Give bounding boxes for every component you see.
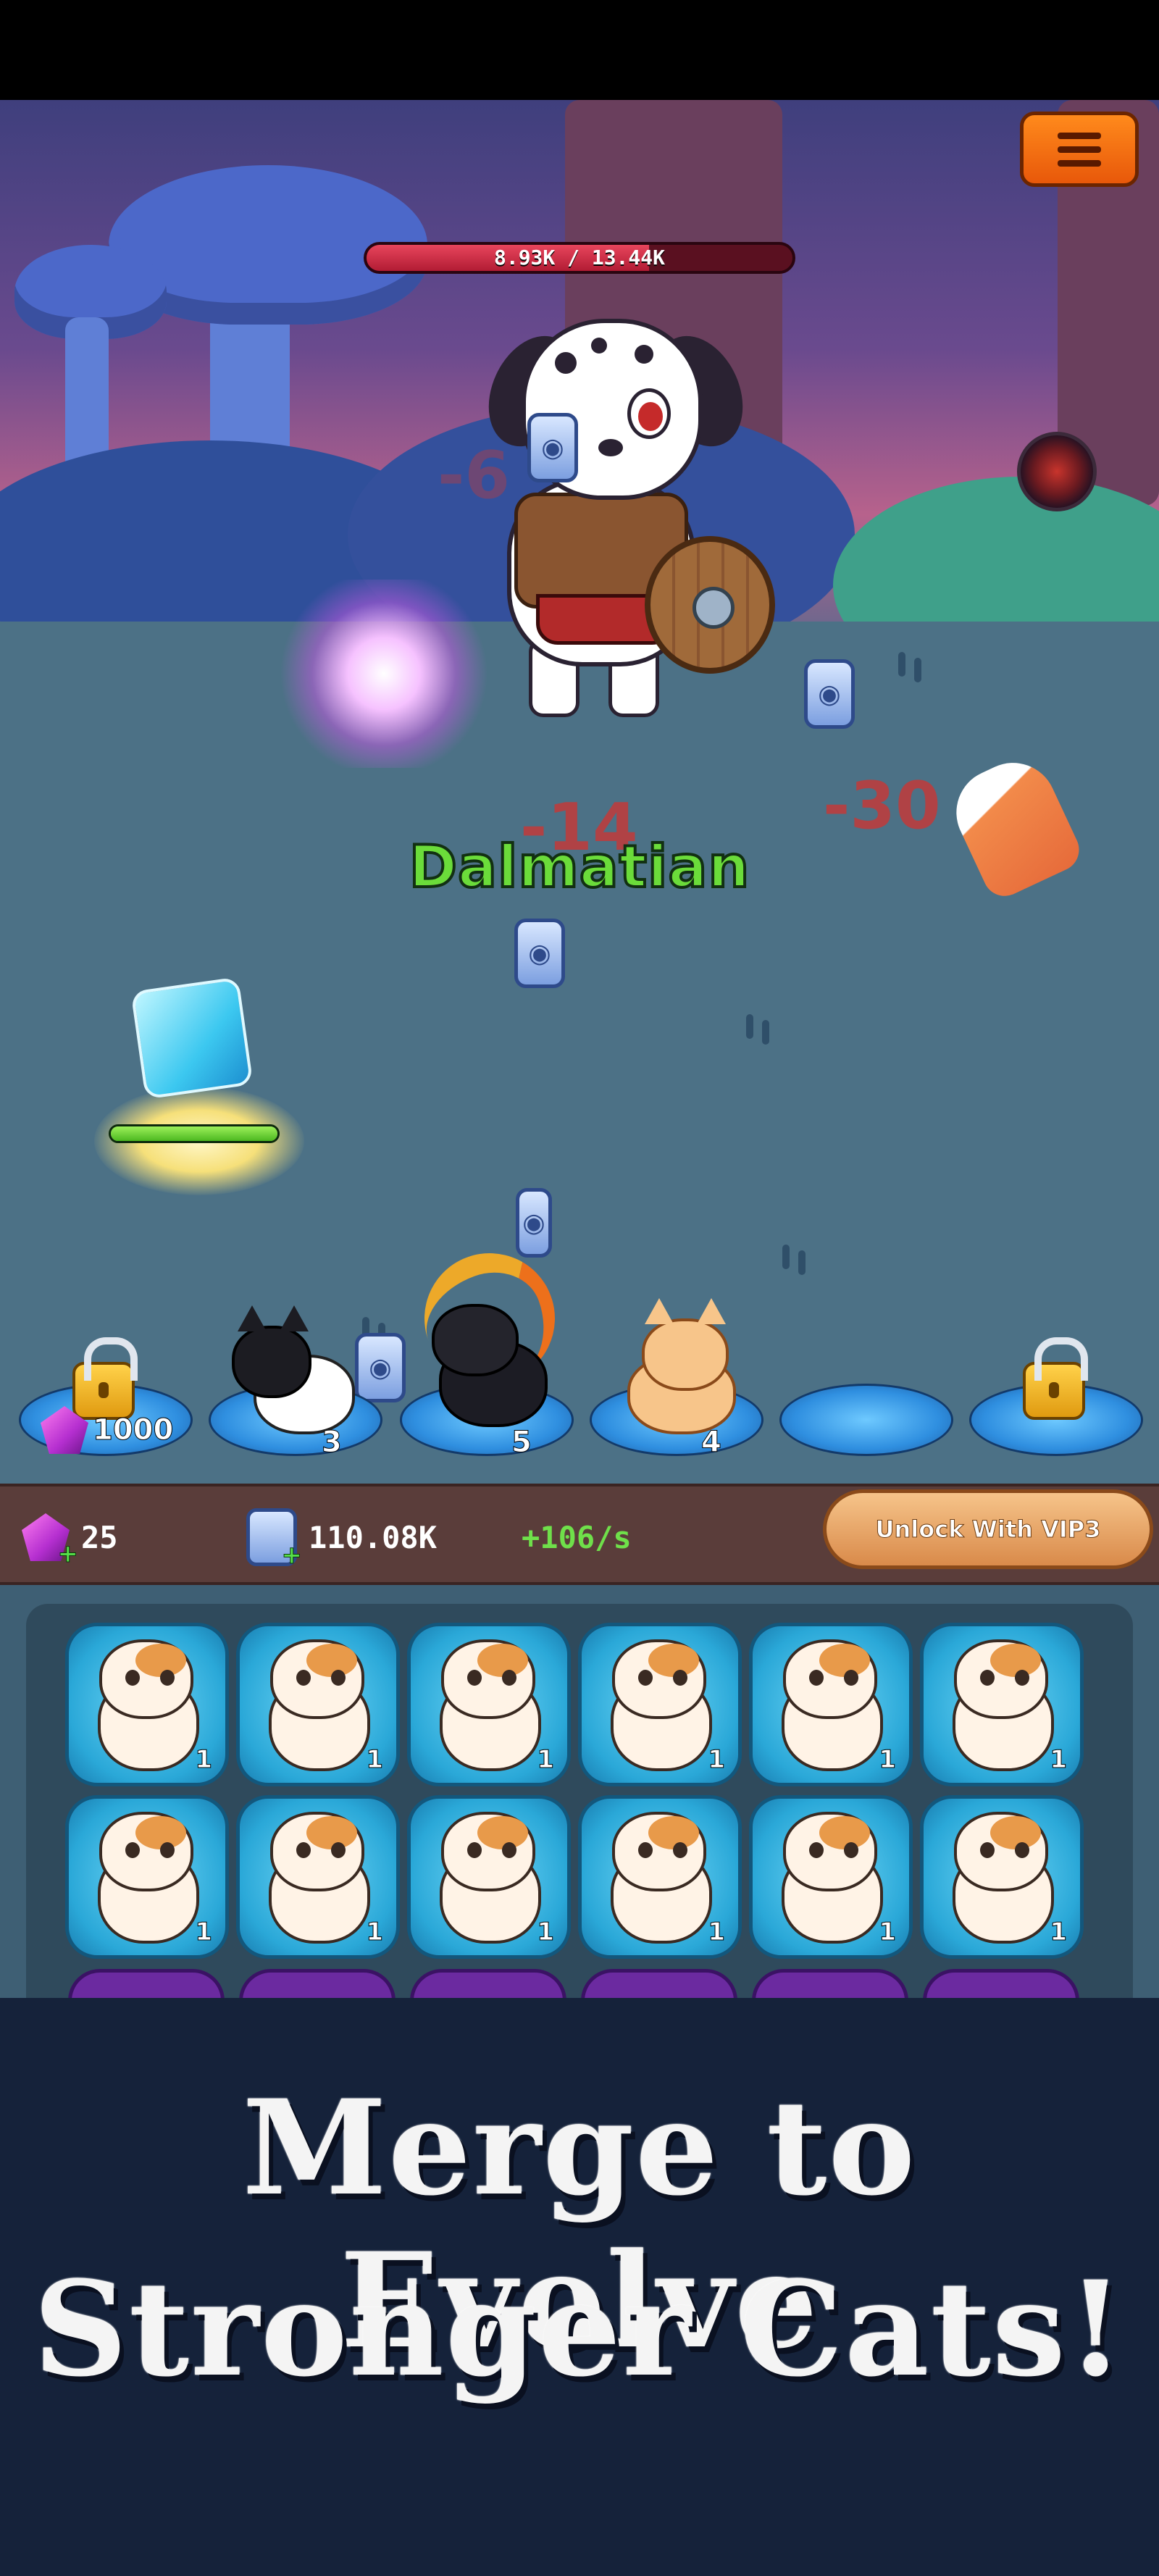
- income-rate: +106/s: [522, 1519, 632, 1555]
- unlock-vip-button[interactable]: Unlock With VIP3: [823, 1489, 1153, 1569]
- tile-level: 1: [708, 1745, 726, 1775]
- grass-tuft: [746, 1014, 753, 1039]
- tile-level: 1: [708, 1918, 726, 1947]
- cat-eye: [980, 1842, 995, 1858]
- coin-drop-icon[interactable]: ◉: [514, 919, 565, 988]
- coin-count: 110.08K: [309, 1519, 438, 1555]
- ice-cube-icon[interactable]: [130, 977, 254, 1100]
- merge-tile[interactable]: 1: [236, 1623, 400, 1786]
- gem-icon: [41, 1406, 88, 1454]
- tile-level: 1: [195, 1745, 213, 1775]
- slot-unlock-cost: 1000: [41, 1406, 174, 1454]
- ice-cube-hp-bar: [109, 1124, 280, 1143]
- tile-level: 1: [366, 1745, 384, 1775]
- tile-level: 1: [1050, 1745, 1068, 1775]
- merge-tile[interactable]: 1: [407, 1795, 571, 1959]
- black-white-cat[interactable]: [225, 1305, 362, 1434]
- cat-eye: [296, 1842, 311, 1858]
- dalmatian-boss[interactable]: [442, 319, 782, 739]
- tile-level: 1: [537, 1918, 555, 1947]
- grass-tuft: [782, 1245, 790, 1269]
- cat-eye: [160, 1670, 175, 1686]
- merge-tile[interactable]: 1: [578, 1623, 742, 1786]
- hamburger-icon: [1058, 132, 1101, 139]
- promo-headline-2: Stronger Cats!: [33, 2253, 1126, 2406]
- merge-tile[interactable]: 1: [65, 1795, 229, 1959]
- cat-eye: [160, 1842, 175, 1858]
- cat-level: 4: [701, 1426, 722, 1460]
- status-bar: [0, 0, 1159, 100]
- grass-tuft: [762, 1020, 769, 1045]
- plus-icon: +: [281, 1541, 302, 1571]
- shield-icon: [645, 536, 775, 674]
- tile-level: 1: [195, 1918, 213, 1947]
- cat-slot-empty[interactable]: [779, 1384, 953, 1456]
- coin-drop-icon[interactable]: ◉: [355, 1333, 406, 1402]
- cat-level: 3: [322, 1426, 343, 1460]
- tile-level: 1: [366, 1918, 384, 1947]
- merge-tile[interactable]: 1: [65, 1623, 229, 1786]
- merge-tile[interactable]: 1: [749, 1795, 913, 1959]
- cat-eye: [467, 1842, 482, 1858]
- tile-level: 1: [537, 1745, 555, 1775]
- cat-eye: [638, 1670, 653, 1686]
- cat-level: 5: [511, 1426, 532, 1460]
- merge-tile[interactable]: 1: [236, 1795, 400, 1959]
- cat-eye: [502, 1842, 516, 1858]
- merge-tile[interactable]: 1: [407, 1623, 571, 1786]
- gem-counter[interactable]: + 25: [22, 1508, 118, 1569]
- merge-tile[interactable]: 1: [749, 1623, 913, 1786]
- cat-eye: [844, 1670, 858, 1686]
- boss-hp-bar: 8.93K / 13.44K: [364, 242, 795, 274]
- tile-level: 1: [879, 1918, 897, 1947]
- cat-eye: [673, 1842, 687, 1858]
- menu-button[interactable]: [1020, 112, 1139, 187]
- cat-eye: [809, 1842, 824, 1858]
- cat-eye: [467, 1670, 482, 1686]
- cat-eye: [809, 1670, 824, 1686]
- coin-icon: +: [246, 1508, 302, 1571]
- cat-eye: [1015, 1842, 1029, 1858]
- cat-eye: [331, 1670, 346, 1686]
- cat-eye: [125, 1670, 140, 1686]
- tile-level: 1: [1050, 1918, 1068, 1947]
- tile-level: 1: [879, 1745, 897, 1775]
- cat-eye: [125, 1842, 140, 1858]
- damage-number: -6: [438, 438, 510, 514]
- orange-tabby-cat[interactable]: [613, 1298, 750, 1434]
- grass-tuft: [914, 658, 921, 682]
- fire-skill-icon[interactable]: [1017, 432, 1097, 511]
- coin-drop-icon[interactable]: ◉: [804, 659, 855, 729]
- cat-eye: [673, 1670, 687, 1686]
- cat-eye: [844, 1842, 858, 1858]
- lock-icon: [1023, 1337, 1088, 1420]
- grass-tuft: [798, 1250, 806, 1275]
- black-cat[interactable]: [406, 1234, 574, 1434]
- cat-eye: [1015, 1670, 1029, 1686]
- cat-eye: [296, 1670, 311, 1686]
- boss-eye: [627, 388, 671, 439]
- coin-drop-icon[interactable]: ◉: [527, 413, 578, 482]
- gem-count: 25: [81, 1519, 118, 1555]
- cat-eye: [331, 1842, 346, 1858]
- coin-drop-icon[interactable]: ◉: [516, 1188, 552, 1258]
- grass-tuft: [898, 652, 905, 677]
- coin-counter[interactable]: + 110.08K: [246, 1508, 438, 1571]
- plus-icon: +: [57, 1539, 78, 1569]
- cat-eye: [502, 1670, 516, 1686]
- boss-hp-text: 8.93K / 13.44K: [493, 246, 665, 269]
- merge-tile[interactable]: 1: [920, 1623, 1084, 1786]
- cat-eye: [980, 1670, 995, 1686]
- merge-tile[interactable]: 1: [920, 1795, 1084, 1959]
- cat-eye: [638, 1842, 653, 1858]
- merge-tile[interactable]: 1: [578, 1795, 742, 1959]
